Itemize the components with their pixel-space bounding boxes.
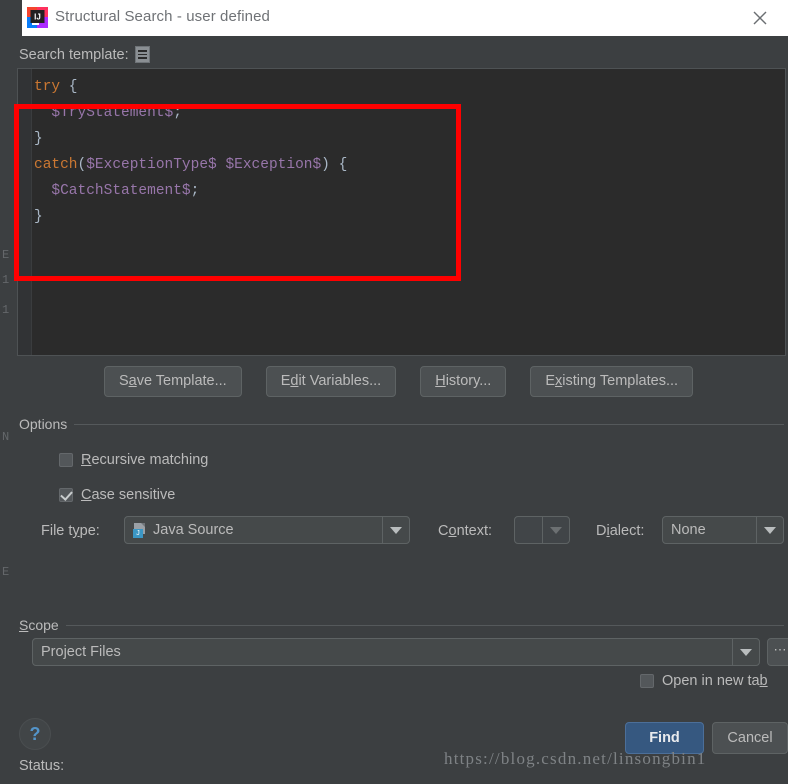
file-type-label: File type: [41,523,100,539]
dialect-label: Dialect: [596,523,645,539]
context-label: Context: [438,523,493,539]
open-in-new-tab-checkbox-box[interactable] [640,674,654,688]
dialect-dropdown-arrow[interactable] [756,517,783,543]
find-button[interactable]: Find [625,722,704,754]
background-artifact: E [2,565,10,579]
search-template-editor[interactable]: try { $TryStatement$; } catch($Exception… [17,68,786,356]
case-sensitive-checkbox[interactable]: Case sensitive [59,487,175,503]
search-template-label-row: Search template: [19,46,150,63]
scope-group-title: Scope [19,617,66,633]
file-type-combo[interactable]: J Java Source [124,516,410,544]
close-icon[interactable] [740,4,780,32]
recursive-matching-checkbox-box[interactable] [59,453,73,467]
recursive-matching-checkbox[interactable]: Recursive matching [59,452,208,468]
editor-gutter [18,69,32,355]
case-sensitive-label: Case sensitive [81,487,176,503]
file-type-value: Java Source [153,522,234,538]
dialect-value: None [671,522,706,538]
background-artifact: 1 [2,273,10,287]
history-button[interactable]: History... [420,366,507,397]
options-group-divider [19,424,784,425]
search-template-code[interactable]: try { $TryStatement$; } catch($Exception… [34,74,783,230]
cancel-button[interactable]: Cancel [712,722,788,754]
edit-variables-button[interactable]: Edit Variables... [265,366,397,397]
options-group-title: Options [19,416,75,432]
scope-browse-button[interactable]: ⋯ [767,638,788,666]
intellij-idea-icon: IJ [27,7,48,28]
open-in-new-tab-checkbox[interactable]: Open in new tab [640,673,768,689]
search-template-label: Search template: [19,46,129,63]
scope-dropdown-arrow[interactable] [732,639,759,665]
template-action-buttons: Save Template... Edit Variables... History… [14,366,783,397]
template-document-icon[interactable] [134,46,150,63]
recursive-matching-label: Recursive matching [81,452,209,468]
context-combo[interactable] [514,516,570,544]
scope-value: Project Files [41,644,121,660]
save-template-button[interactable]: Save Template... [103,366,242,397]
file-type-dropdown-arrow[interactable] [382,517,409,543]
background-artifact: 1 [2,303,10,317]
background-artifact: E [2,248,10,262]
status-label: Status: [19,758,65,774]
background-artifact: N [2,430,10,444]
dialog-title-bar: IJ Structural Search - user defined [22,0,788,36]
svg-text:IJ: IJ [34,13,41,22]
existing-templates-button[interactable]: Existing Templates... [530,366,694,397]
help-button[interactable]: ? [19,718,51,750]
dialect-combo[interactable]: None [662,516,784,544]
context-dropdown-arrow[interactable] [542,517,569,543]
dialog-body: Search template: try { $TryStatement$; }… [14,36,788,784]
scope-group-divider [19,625,784,626]
scope-combo[interactable]: Project Files [32,638,760,666]
open-in-new-tab-label: Open in new tab [662,673,768,689]
structural-search-dialog: E 1 1 N E IJ Structural Search - user define… [0,0,788,784]
java-source-file-icon: J [133,522,146,538]
case-sensitive-checkbox-box[interactable] [59,488,73,502]
dialog-title: Structural Search - user defined [55,8,270,25]
